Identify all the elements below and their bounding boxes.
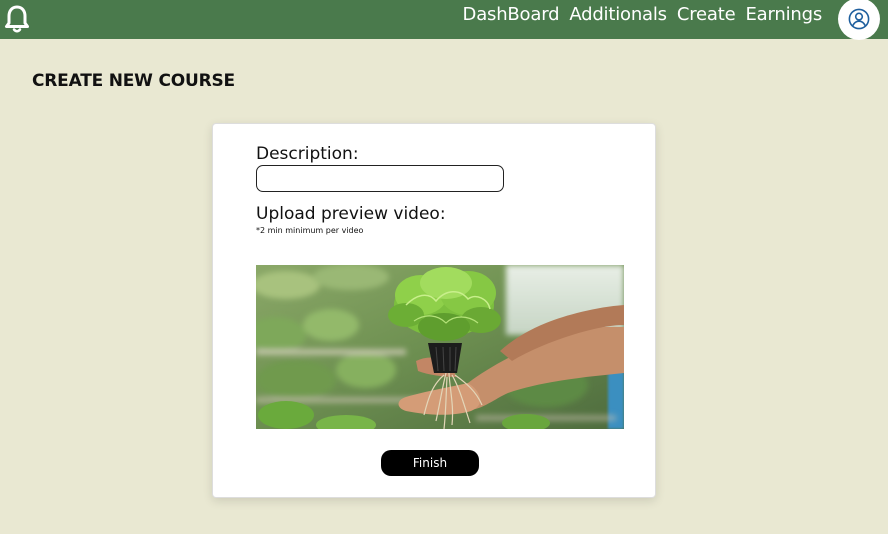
top-bar: DashBoard Additionals Create Earnings [0, 0, 888, 40]
nav-dashboard[interactable]: DashBoard [463, 4, 560, 26]
bell-icon[interactable] [4, 4, 30, 34]
upload-hint: *2 min minimum per video [256, 226, 364, 235]
nav-additionals[interactable]: Additionals [569, 4, 667, 26]
page-title: CREATE NEW COURSE [32, 71, 235, 91]
video-preview[interactable] [256, 265, 624, 429]
create-course-form: Description: Upload preview video: *2 mi… [212, 123, 656, 498]
description-input[interactable] [256, 165, 504, 192]
finish-button[interactable]: Finish [381, 450, 479, 476]
user-circle-icon [848, 8, 870, 30]
main-nav: DashBoard Additionals Create Earnings [463, 4, 823, 26]
description-label: Description: [256, 144, 359, 164]
nav-create[interactable]: Create [677, 4, 736, 26]
avatar[interactable] [838, 0, 880, 40]
upload-video-label: Upload preview video: [256, 204, 446, 224]
nav-earnings[interactable]: Earnings [745, 4, 822, 26]
